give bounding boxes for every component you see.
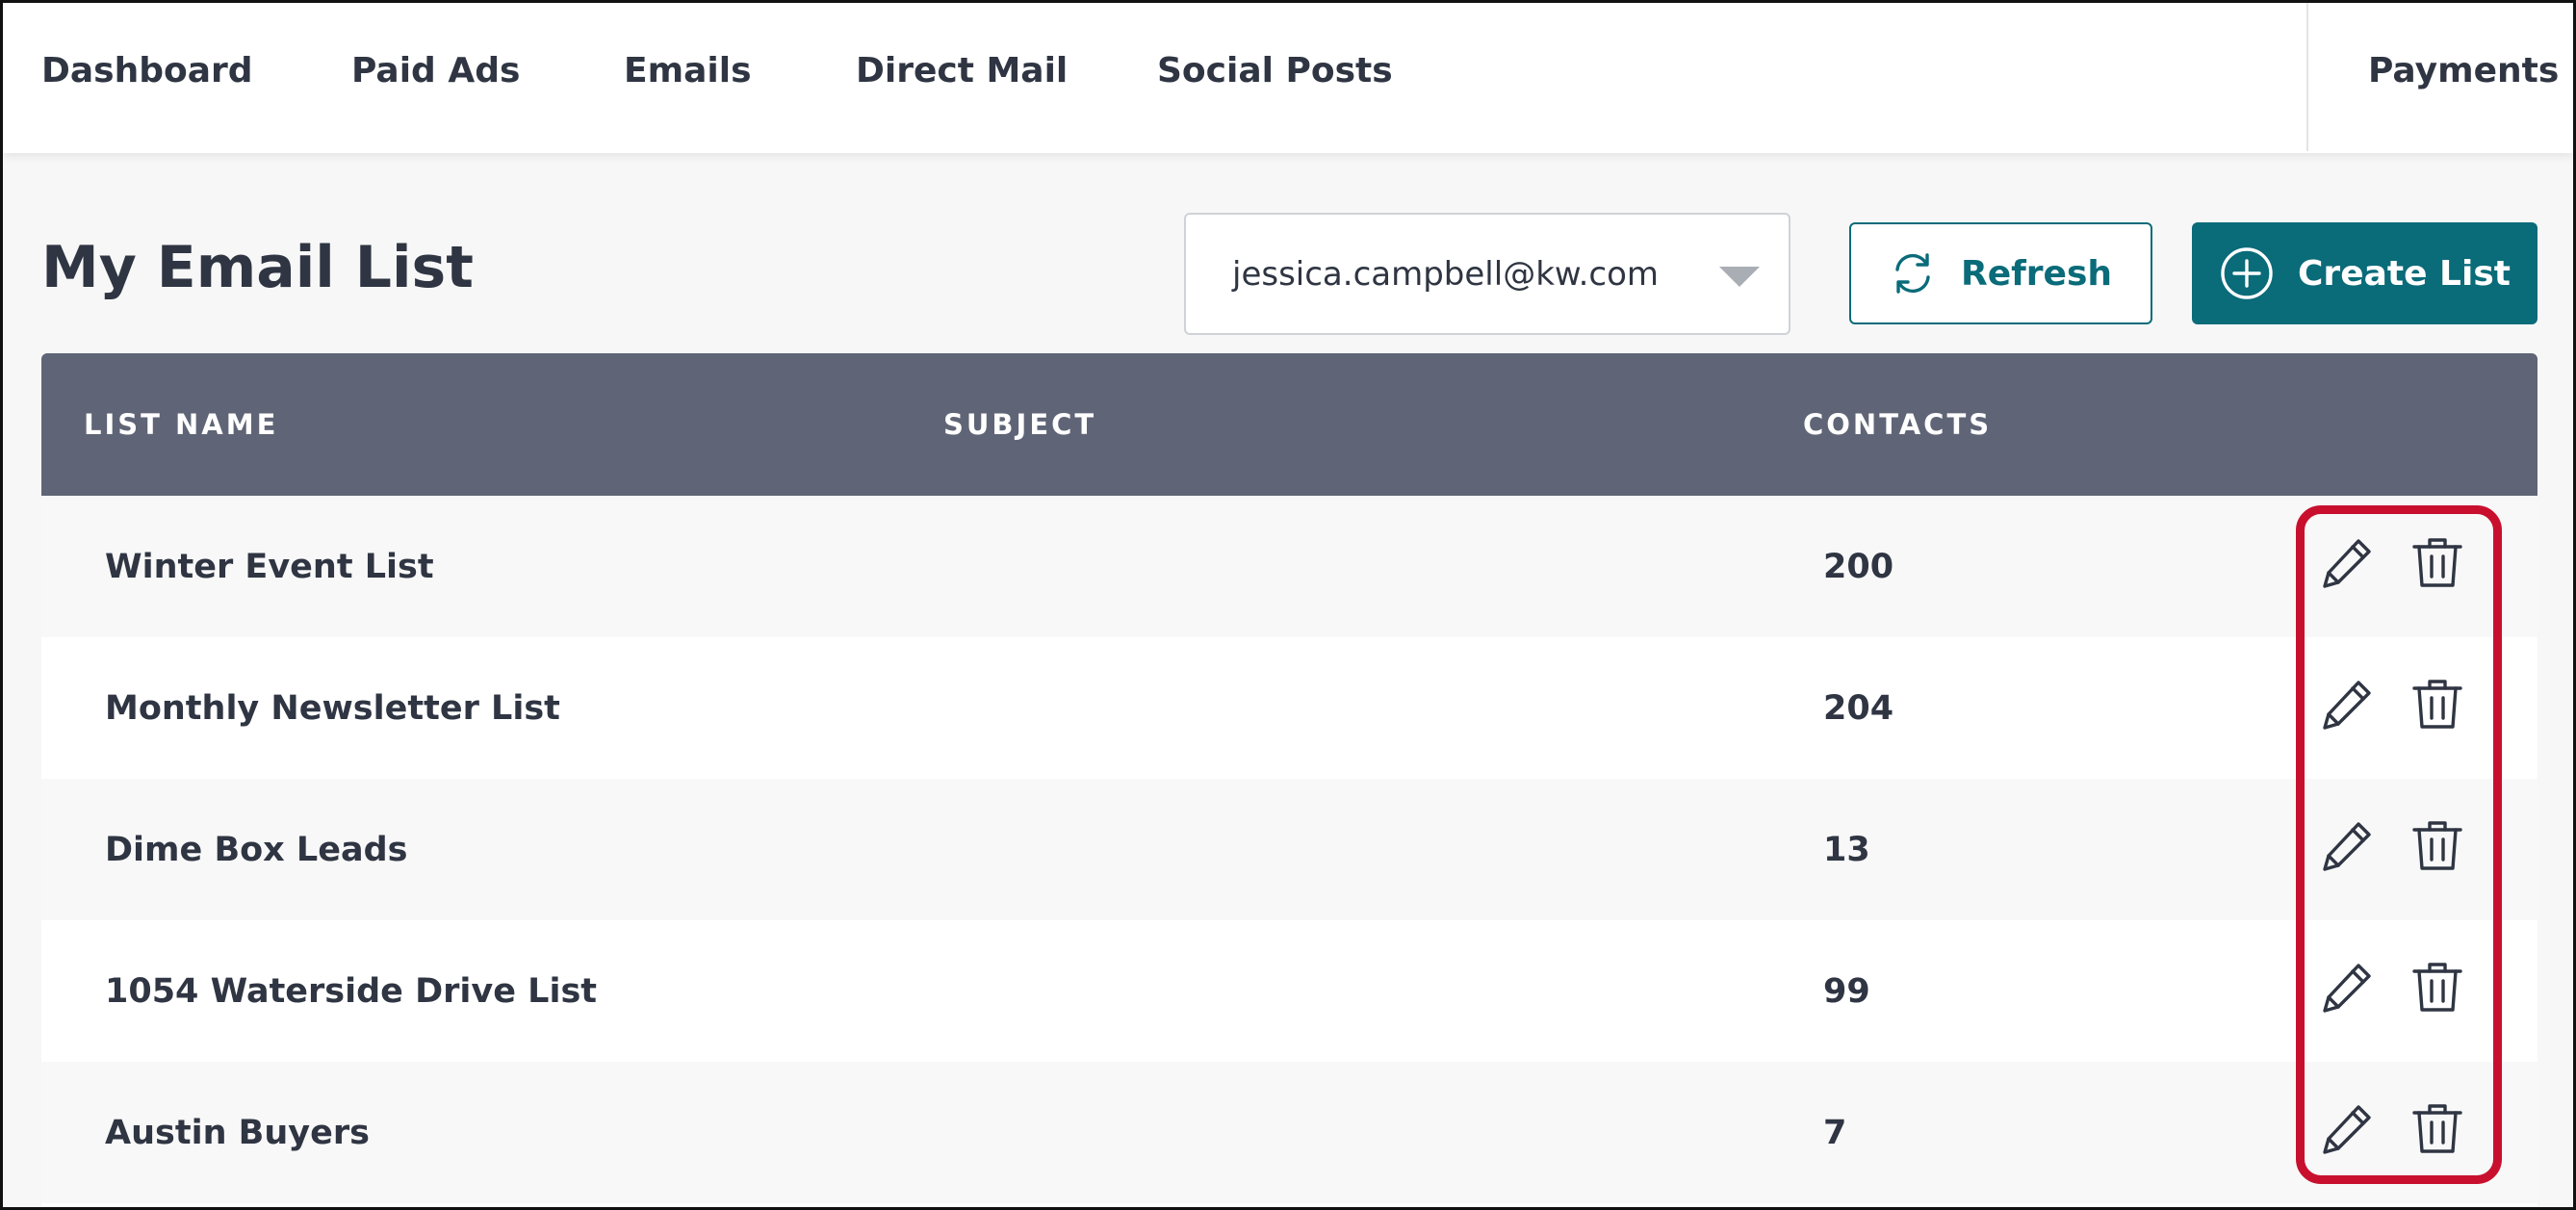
account-select[interactable]: jessica.campbell@kw.com	[1184, 213, 1790, 335]
table-row[interactable]: 1054 Waterside Drive List 99	[41, 920, 2537, 1062]
cell-contacts: 200	[1823, 547, 1894, 586]
nav-item-dashboard[interactable]: Dashboard	[41, 3, 253, 138]
caret-down-icon	[1719, 267, 1760, 287]
edit-list-button[interactable]	[2316, 1096, 2380, 1160]
app-window: Dashboard Paid Ads Emails Direct Mail So…	[0, 0, 2576, 1210]
cell-contacts: 99	[1823, 971, 1870, 1011]
cell-list-name: Dime Box Leads	[105, 830, 408, 869]
pencil-icon	[2319, 533, 2377, 591]
edit-list-button[interactable]	[2316, 813, 2380, 877]
refresh-button-label: Refresh	[1960, 253, 2113, 294]
cell-list-name: 1054 Waterside Drive List	[105, 971, 598, 1011]
column-header-subject[interactable]: SUBJECT	[943, 353, 1096, 496]
cell-list-name: Austin Buyers	[105, 1113, 370, 1152]
plus-circle-icon	[2219, 245, 2275, 301]
nav-divider	[2306, 3, 2308, 151]
nav-item-payments[interactable]: Payments	[2368, 3, 2559, 138]
trash-icon	[2409, 533, 2466, 591]
table-row[interactable]: Monthly Newsletter List 204	[41, 637, 2537, 779]
pencil-icon	[2319, 1099, 2377, 1157]
refresh-icon	[1890, 250, 1936, 296]
refresh-button[interactable]: Refresh	[1849, 222, 2152, 324]
trash-icon	[2409, 675, 2466, 733]
nav-item-direct-mail[interactable]: Direct Mail	[856, 3, 1068, 138]
delete-list-button[interactable]	[2406, 955, 2469, 1018]
table-row[interactable]: Winter Event List 200	[41, 496, 2537, 637]
trash-icon	[2409, 1099, 2466, 1157]
nav-item-emails[interactable]: Emails	[624, 3, 752, 138]
create-list-button[interactable]: Create List	[2192, 222, 2537, 324]
cell-list-name: Monthly Newsletter List	[105, 688, 560, 728]
delete-list-button[interactable]	[2406, 813, 2469, 877]
trash-icon	[2409, 816, 2466, 874]
pencil-icon	[2319, 816, 2377, 874]
create-list-button-label: Create List	[2298, 253, 2511, 294]
table-row[interactable]: Dime Box Leads 13	[41, 779, 2537, 920]
trash-icon	[2409, 958, 2466, 1016]
nav-item-paid-ads[interactable]: Paid Ads	[351, 3, 520, 138]
pencil-icon	[2319, 675, 2377, 733]
nav-item-social-posts[interactable]: Social Posts	[1157, 3, 1393, 138]
email-list-table: LIST NAME SUBJECT CONTACTS Winter Event …	[41, 353, 2537, 1207]
table-header: LIST NAME SUBJECT CONTACTS	[41, 353, 2537, 496]
column-header-contacts[interactable]: CONTACTS	[1803, 353, 1992, 496]
edit-list-button[interactable]	[2316, 530, 2380, 594]
account-select-value: jessica.campbell@kw.com	[1232, 254, 1659, 294]
pencil-icon	[2319, 958, 2377, 1016]
cell-contacts: 13	[1823, 830, 1870, 869]
cell-list-name: Winter Event List	[105, 547, 434, 586]
delete-list-button[interactable]	[2406, 672, 2469, 735]
edit-list-button[interactable]	[2316, 955, 2380, 1018]
page-title: My Email List	[41, 234, 474, 301]
table-row[interactable]: Austin Buyers 7	[41, 1062, 2537, 1203]
delete-list-button[interactable]	[2406, 530, 2469, 594]
delete-list-button[interactable]	[2406, 1096, 2469, 1160]
top-navigation: Dashboard Paid Ads Emails Direct Mail So…	[3, 3, 2573, 153]
column-header-list-name[interactable]: LIST NAME	[84, 353, 278, 496]
cell-contacts: 7	[1823, 1113, 1847, 1152]
edit-list-button[interactable]	[2316, 672, 2380, 735]
cell-contacts: 204	[1823, 688, 1894, 728]
